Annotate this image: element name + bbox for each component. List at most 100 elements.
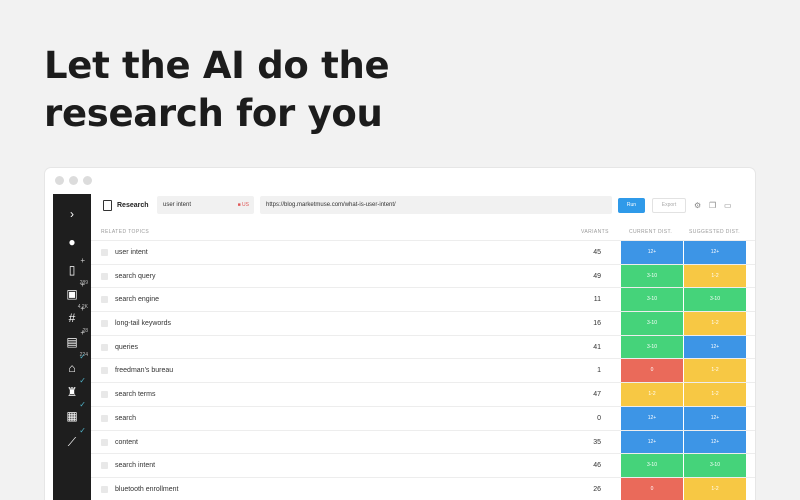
current-dist-cell: 0 (621, 477, 684, 500)
topics-table: RELATED TOPICS VARIANTS CURRENT DIST. SU… (91, 226, 755, 500)
plus-icon[interactable]: + (80, 304, 85, 313)
header-variants[interactable]: VARIANTS (581, 229, 609, 235)
plus-icon[interactable]: + (80, 328, 85, 337)
sidebar-item[interactable]: ⟋ ✓ (53, 426, 91, 454)
variants-count: 45 (593, 249, 601, 256)
row-checkbox[interactable] (101, 367, 108, 375)
table-row[interactable]: freedman's bureau 1 0 1-2 (91, 358, 755, 384)
sidebar-item[interactable]: ▦ ✓ (53, 400, 91, 428)
topic-name: queries (115, 343, 138, 351)
suggested-dist-cell: 1-2 (684, 264, 747, 289)
topic-name: content (115, 438, 138, 446)
sidebar-item[interactable]: ▯ 289 + (53, 256, 91, 286)
table-row[interactable]: search 0 12+ 12+ (91, 405, 755, 431)
sidebar-item[interactable]: ▣ 4.2K + (53, 280, 91, 310)
topic-name: search intent (115, 462, 156, 470)
url-input[interactable]: https://blog.marketmuse.com/what-is-user… (260, 196, 612, 214)
suggested-dist-cell: 12+ (684, 430, 747, 455)
topic-name: freedman's bureau (115, 367, 174, 375)
image-icon: ▤ (66, 335, 78, 349)
header-suggested-dist[interactable]: SUGGESTED DIST. (689, 229, 740, 235)
topic-name: bluetooth enrollment (115, 485, 179, 493)
main-panel: Research user intent ■ US https://blog.m… (91, 194, 755, 500)
row-checkbox[interactable] (101, 249, 108, 256)
table-row[interactable]: content 35 12+ 12+ (91, 429, 755, 455)
document-icon: ▯ (68, 263, 76, 277)
current-dist-cell: 3-10 (621, 312, 684, 336)
settings-icon[interactable]: ⚙ (694, 201, 701, 210)
variants-count: 49 (593, 272, 601, 280)
row-checkbox[interactable] (101, 391, 108, 399)
row-checkbox[interactable] (101, 320, 108, 328)
check-icon: ✓ (79, 376, 86, 385)
row-checkbox[interactable] (101, 272, 108, 280)
variants-count: 0 (597, 414, 601, 422)
report-icon: ▦ (66, 409, 78, 423)
check-icon: ✓ (79, 400, 86, 409)
header-topics[interactable]: RELATED TOPICS (101, 229, 149, 235)
topic-name: long-tail keywords (115, 320, 172, 328)
variants-count: 11 (593, 296, 601, 304)
variants-count: 41 (593, 343, 601, 351)
table-row[interactable]: long-tail keywords 16 3-10 1-2 (91, 311, 755, 336)
header-current-dist[interactable]: CURRENT DIST. (629, 229, 672, 235)
row-checkbox[interactable] (101, 414, 108, 422)
copy-icon[interactable]: ❐ (709, 201, 716, 210)
window-titlebar (45, 168, 755, 193)
current-dist-cell: 3-10 (621, 454, 684, 478)
table-row[interactable]: user intent 45 12+ 12+ (91, 240, 755, 265)
window-dot (83, 176, 92, 185)
plus-icon[interactable]: + (80, 256, 85, 265)
current-dist-cell: 12+ (621, 430, 684, 455)
sidebar-item[interactable]: ▤ 224 + (53, 328, 91, 358)
research-title-label: Research (117, 202, 149, 209)
current-dist-cell: 3-10 (621, 288, 684, 313)
hero-line-2: research for you (44, 92, 383, 135)
link-icon: ⟋ (67, 434, 77, 449)
current-dist-cell: 3-10 (621, 264, 684, 289)
comment-icon[interactable]: ▭ (724, 201, 732, 210)
sidebar-item[interactable]: › (53, 202, 91, 226)
table-row[interactable]: search engine 11 3-10 3-10 (91, 287, 755, 313)
sidebar-item[interactable]: ● (53, 230, 91, 254)
keyword-input[interactable]: user intent ■ US (157, 196, 254, 214)
variants-count: 46 (593, 462, 601, 470)
table-row[interactable]: search query 49 3-10 1-2 (91, 263, 755, 289)
chevron-right-icon: › (70, 207, 74, 221)
plus-icon[interactable]: + (80, 280, 85, 289)
user-icon: ● (68, 235, 76, 249)
table-row[interactable]: search intent 46 3-10 3-10 (91, 453, 755, 478)
topic-name: search engine (115, 296, 159, 304)
row-checkbox[interactable] (101, 343, 108, 351)
toolbar: Research user intent ■ US https://blog.m… (91, 194, 755, 218)
topic-name: search query (115, 272, 156, 280)
check-icon: ✓ (79, 426, 86, 435)
row-checkbox[interactable] (101, 462, 108, 470)
run-button[interactable]: Run (618, 198, 645, 213)
topic-name: search (115, 414, 137, 422)
current-dist-cell: 12+ (621, 406, 684, 431)
country-badge[interactable]: ■ US (238, 202, 249, 208)
calendar-icon: ▣ (66, 287, 78, 301)
suggested-dist-cell: 1-2 (684, 312, 747, 336)
document-icon (103, 200, 112, 211)
table-row[interactable]: search terms 47 1-2 1-2 (91, 382, 755, 407)
hashtag-icon: # (68, 311, 76, 325)
current-dist-cell: 0 (621, 359, 684, 384)
suggested-dist-cell: 3-10 (684, 454, 747, 478)
export-button[interactable]: Export (652, 198, 686, 213)
table-row[interactable]: queries 41 3-10 12+ (91, 334, 755, 360)
row-checkbox[interactable] (101, 296, 108, 304)
sidebar-item[interactable]: #28 + (53, 304, 91, 334)
variants-count: 1 (597, 367, 601, 375)
keyword-input-value: user intent (163, 202, 192, 208)
research-title: Research (103, 200, 149, 211)
current-dist-cell: 12+ (621, 241, 684, 265)
row-checkbox[interactable] (101, 485, 108, 493)
suggested-dist-cell: 12+ (684, 241, 747, 265)
url-input-value: https://blog.marketmuse.com/what-is-user… (266, 202, 396, 208)
table-row[interactable]: bluetooth enrollment 26 0 1-2 (91, 476, 755, 500)
row-checkbox[interactable] (101, 438, 108, 446)
variants-count: 26 (593, 485, 601, 493)
app-window: › ● ▯ 289 + ▣ 4.2K + #28 + ▤ 224 + ⌂ ✓ ♜ ✓ ▦ ✓ ⟋ ✓ Research … (45, 168, 755, 500)
